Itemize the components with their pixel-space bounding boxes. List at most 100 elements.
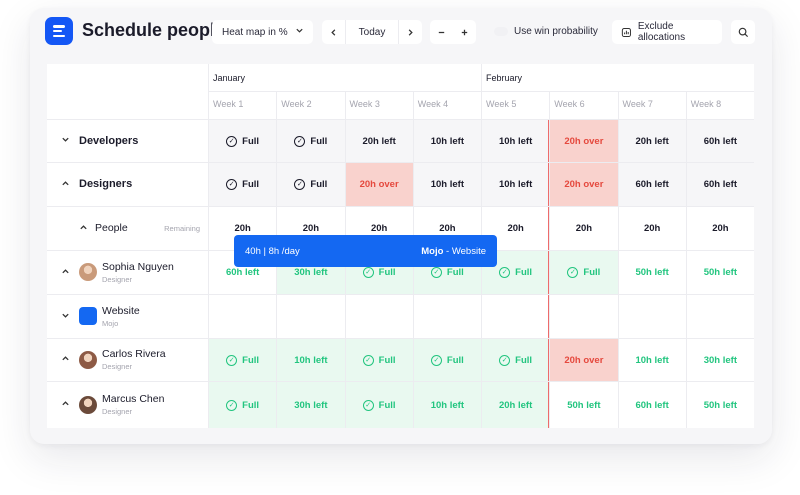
- capacity-cell[interactable]: 20h over: [550, 163, 618, 206]
- capacity-cell[interactable]: 10h left: [413, 120, 481, 162]
- capacity-cell[interactable]: 30h left: [277, 382, 345, 428]
- group-name: Designers: [79, 178, 133, 190]
- chevron-up-icon[interactable]: [77, 223, 89, 234]
- capacity-value: 60h left: [703, 179, 737, 190]
- capacity-cell[interactable]: ✓ Full: [209, 382, 277, 428]
- capacity-cell[interactable]: ✓ Full: [277, 120, 345, 162]
- chevron-up-icon[interactable]: [59, 267, 71, 278]
- capacity-cell[interactable]: 20h over: [550, 339, 618, 381]
- row-text: Marcus Chen Designer: [102, 393, 164, 416]
- capacity-cell[interactable]: 20h over: [550, 120, 618, 162]
- avatar: [79, 395, 97, 414]
- capacity-cell[interactable]: 20h: [550, 207, 618, 250]
- week-label: Week 1: [213, 99, 244, 109]
- booking-bar[interactable]: 40h | 8h /day Mojo - Website: [234, 235, 497, 267]
- capacity-cell[interactable]: 60h left: [686, 120, 754, 162]
- previous-week-button[interactable]: [322, 20, 346, 44]
- grid-line: [208, 64, 209, 428]
- chevron-down-icon[interactable]: [59, 135, 71, 146]
- win-probability-toggle[interactable]: [494, 27, 508, 36]
- search-button[interactable]: [731, 20, 755, 44]
- capacity-value: 20h: [575, 223, 593, 234]
- chevron-up-icon[interactable]: [59, 354, 71, 365]
- chevron-right-icon: [408, 28, 413, 36]
- grid-line: [47, 381, 754, 382]
- capacity-cell[interactable]: 20h left: [618, 120, 686, 162]
- exclude-allocations-label: Exclude allocations: [637, 21, 686, 43]
- project-color-swatch: [79, 307, 97, 325]
- today-button[interactable]: Today: [346, 20, 398, 44]
- capacity-value: Full: [310, 135, 328, 147]
- zoom-in-button[interactable]: [453, 20, 476, 44]
- capacity-cell[interactable]: 60h left: [686, 163, 754, 206]
- capacity-value: 10h left: [294, 354, 328, 366]
- capacity-cell[interactable]: 20h left: [345, 120, 413, 162]
- grid-line: [47, 162, 754, 163]
- capacity-cell[interactable]: ✓ Full: [482, 339, 550, 381]
- capacity-cell[interactable]: ✓ Full: [550, 251, 618, 294]
- next-week-button[interactable]: [398, 20, 422, 44]
- chevron-up-icon[interactable]: [59, 399, 71, 410]
- capacity-cell[interactable]: 50h left: [618, 251, 686, 294]
- capacity-cell[interactable]: 10h left: [618, 339, 686, 381]
- plus-icon: [461, 29, 468, 35]
- capacity-cell[interactable]: 30h left: [686, 339, 754, 381]
- person-name: Sophia Nguyen: [102, 260, 174, 273]
- booking-project-suffix: - Website: [446, 245, 486, 257]
- grid-line: [481, 64, 482, 91]
- view-select[interactable]: Heat map in %: [212, 20, 313, 44]
- booking-client: Mojo: [421, 245, 444, 257]
- exclude-allocations-button[interactable]: Exclude allocations: [612, 20, 722, 44]
- capacity-cell[interactable]: ✓ Full: [209, 163, 277, 206]
- week-label: Week 6: [554, 99, 585, 109]
- capacity-cell[interactable]: 10h left: [482, 163, 550, 206]
- capacity-value: 60h left: [225, 267, 260, 278]
- capacity-cell[interactable]: 60h left: [618, 163, 686, 206]
- capacity-cell[interactable]: ✓ Full: [209, 120, 277, 162]
- zoom-out-button[interactable]: [430, 20, 453, 44]
- capacity-value: 20h left: [498, 399, 533, 411]
- capacity-cell[interactable]: 10h left: [482, 120, 550, 162]
- check-circle-icon: ✓: [294, 179, 306, 190]
- capacity-value: 20h: [370, 223, 388, 234]
- check-circle-icon: ✓: [226, 179, 238, 190]
- capacity-value: 30h left: [703, 354, 737, 366]
- capacity-cell[interactable]: ✓ Full: [345, 382, 413, 428]
- capacity-cell[interactable]: 50h left: [686, 251, 754, 294]
- capacity-cell[interactable]: 50h left: [550, 382, 618, 428]
- capacity-value: 60h left: [635, 399, 669, 411]
- capacity-cell[interactable]: 10h left: [413, 163, 481, 206]
- chevron-down-icon[interactable]: [59, 311, 71, 322]
- capacity-value: 20h: [439, 223, 456, 234]
- capacity-cell[interactable]: 20h: [618, 207, 686, 250]
- page-title: Schedule people: [82, 20, 226, 40]
- capacity-cell[interactable]: 10h left: [277, 339, 345, 381]
- app-logo-icon: [45, 17, 73, 45]
- capacity-cell[interactable]: 60h left: [618, 382, 686, 428]
- date-navigation: Today: [322, 20, 422, 44]
- check-circle-icon: ✓: [499, 354, 511, 366]
- capacity-value: 20h left: [635, 135, 669, 147]
- capacity-cell[interactable]: 20h left: [482, 382, 550, 428]
- person-row-label: Marcus Chen Designer: [47, 381, 208, 428]
- capacity-value: 20h over: [564, 179, 604, 190]
- grid-line: [617, 91, 619, 428]
- person-role: Designer: [102, 274, 133, 284]
- capacity-cell[interactable]: ✓ Full: [345, 339, 413, 381]
- grid-line: [685, 91, 687, 428]
- capacity-cell[interactable]: 10h left: [413, 382, 481, 428]
- capacity-cell[interactable]: 20h over: [345, 163, 413, 206]
- group-row-label: Designers: [47, 162, 208, 206]
- capacity-cell[interactable]: 20h: [686, 207, 754, 250]
- check-circle-icon: ✓: [499, 267, 511, 278]
- capacity-cell[interactable]: ✓ Full: [277, 163, 345, 206]
- capacity-cell[interactable]: 50h left: [686, 382, 754, 428]
- capacity-cell[interactable]: ✓ Full: [413, 339, 481, 381]
- check-circle-icon: ✓: [362, 354, 374, 366]
- chevron-down-icon: [295, 26, 304, 38]
- capacity-value: Full: [378, 399, 396, 411]
- capacity-cell[interactable]: ✓ Full: [209, 339, 277, 381]
- capacity-value: Full: [378, 354, 396, 366]
- row-text: Sophia Nguyen Designer: [102, 261, 174, 284]
- chevron-up-icon[interactable]: [59, 179, 71, 190]
